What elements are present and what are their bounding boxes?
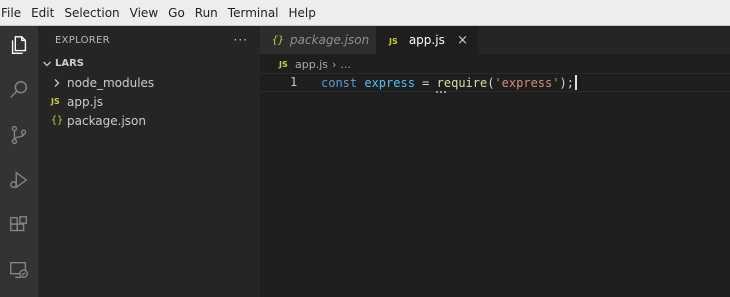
- search-icon[interactable]: [5, 76, 33, 104]
- string-token: 'express': [494, 76, 560, 90]
- tree-item-package-json[interactable]: {} package.json: [38, 111, 260, 130]
- operator-token: =: [422, 76, 430, 90]
- chevron-down-icon: [41, 58, 53, 70]
- breadcrumb: JS app.js › ...: [260, 54, 730, 74]
- paren-close-token: );: [559, 76, 574, 90]
- tree-item-node-modules[interactable]: node_modules: [38, 73, 260, 92]
- editor-area: {} package.json JS app.js × JS app.js › …: [260, 26, 730, 297]
- activity-bar: [0, 26, 38, 297]
- menu-help[interactable]: Help: [284, 0, 321, 26]
- menu-file[interactable]: File: [0, 0, 26, 26]
- explorer-sidebar: EXPLORER ··· LARS node_modules JS app.js…: [38, 26, 260, 297]
- line-number: 1: [290, 75, 298, 89]
- menu-selection[interactable]: Selection: [59, 0, 124, 26]
- more-actions-icon[interactable]: ···: [234, 33, 248, 47]
- tree-item-label: package.json: [67, 113, 147, 128]
- tree-item-app-js[interactable]: JS app.js: [38, 92, 260, 111]
- menu-edit[interactable]: Edit: [26, 0, 59, 26]
- chevron-right-icon: [51, 77, 63, 89]
- run-debug-icon[interactable]: [5, 166, 33, 194]
- js-file-icon: JS: [279, 59, 288, 69]
- explorer-icon[interactable]: [5, 31, 33, 59]
- breadcrumb-separator: ›: [332, 57, 337, 71]
- function-token: require: [436, 76, 488, 90]
- tab-app-js[interactable]: JS app.js ×: [376, 26, 478, 54]
- tree-item-label: node_modules: [67, 75, 155, 90]
- breadcrumb-symbols[interactable]: ...: [340, 58, 351, 71]
- menu-go[interactable]: Go: [163, 0, 190, 26]
- menu-view[interactable]: View: [125, 0, 163, 26]
- tab-package-json[interactable]: {} package.json: [260, 26, 376, 54]
- root-folder-label: LARS: [55, 58, 85, 69]
- json-file-icon: {}: [272, 34, 285, 46]
- code-line[interactable]: 1 const express = require('express');: [260, 73, 730, 93]
- source-control-icon[interactable]: [5, 121, 33, 149]
- menu-run[interactable]: Run: [190, 0, 223, 26]
- text-cursor: [574, 75, 577, 90]
- tab-label: package.json: [290, 33, 370, 47]
- close-icon[interactable]: ×: [457, 33, 468, 48]
- variable-token: express: [364, 76, 415, 90]
- breadcrumb-file[interactable]: app.js: [295, 58, 328, 71]
- tab-bar: {} package.json JS app.js ×: [260, 26, 730, 54]
- tree-item-label: app.js: [67, 94, 103, 109]
- keyword-token: const: [321, 76, 358, 90]
- extensions-icon[interactable]: [5, 211, 33, 239]
- menu-bar: File Edit Selection View Go Run Terminal…: [0, 0, 730, 26]
- menu-terminal[interactable]: Terminal: [223, 0, 284, 26]
- remote-explorer-icon[interactable]: [5, 256, 33, 284]
- explorer-title: EXPLORER: [55, 34, 110, 46]
- js-file-icon: JS: [51, 97, 60, 106]
- json-file-icon: {}: [51, 115, 64, 126]
- explorer-header: EXPLORER ···: [38, 26, 260, 54]
- js-file-icon: JS: [389, 37, 398, 46]
- code-text[interactable]: const express = require('express');: [321, 75, 577, 90]
- suggestion-hint: [436, 89, 446, 93]
- folder-root[interactable]: LARS: [38, 54, 260, 73]
- tab-label: app.js: [408, 33, 445, 47]
